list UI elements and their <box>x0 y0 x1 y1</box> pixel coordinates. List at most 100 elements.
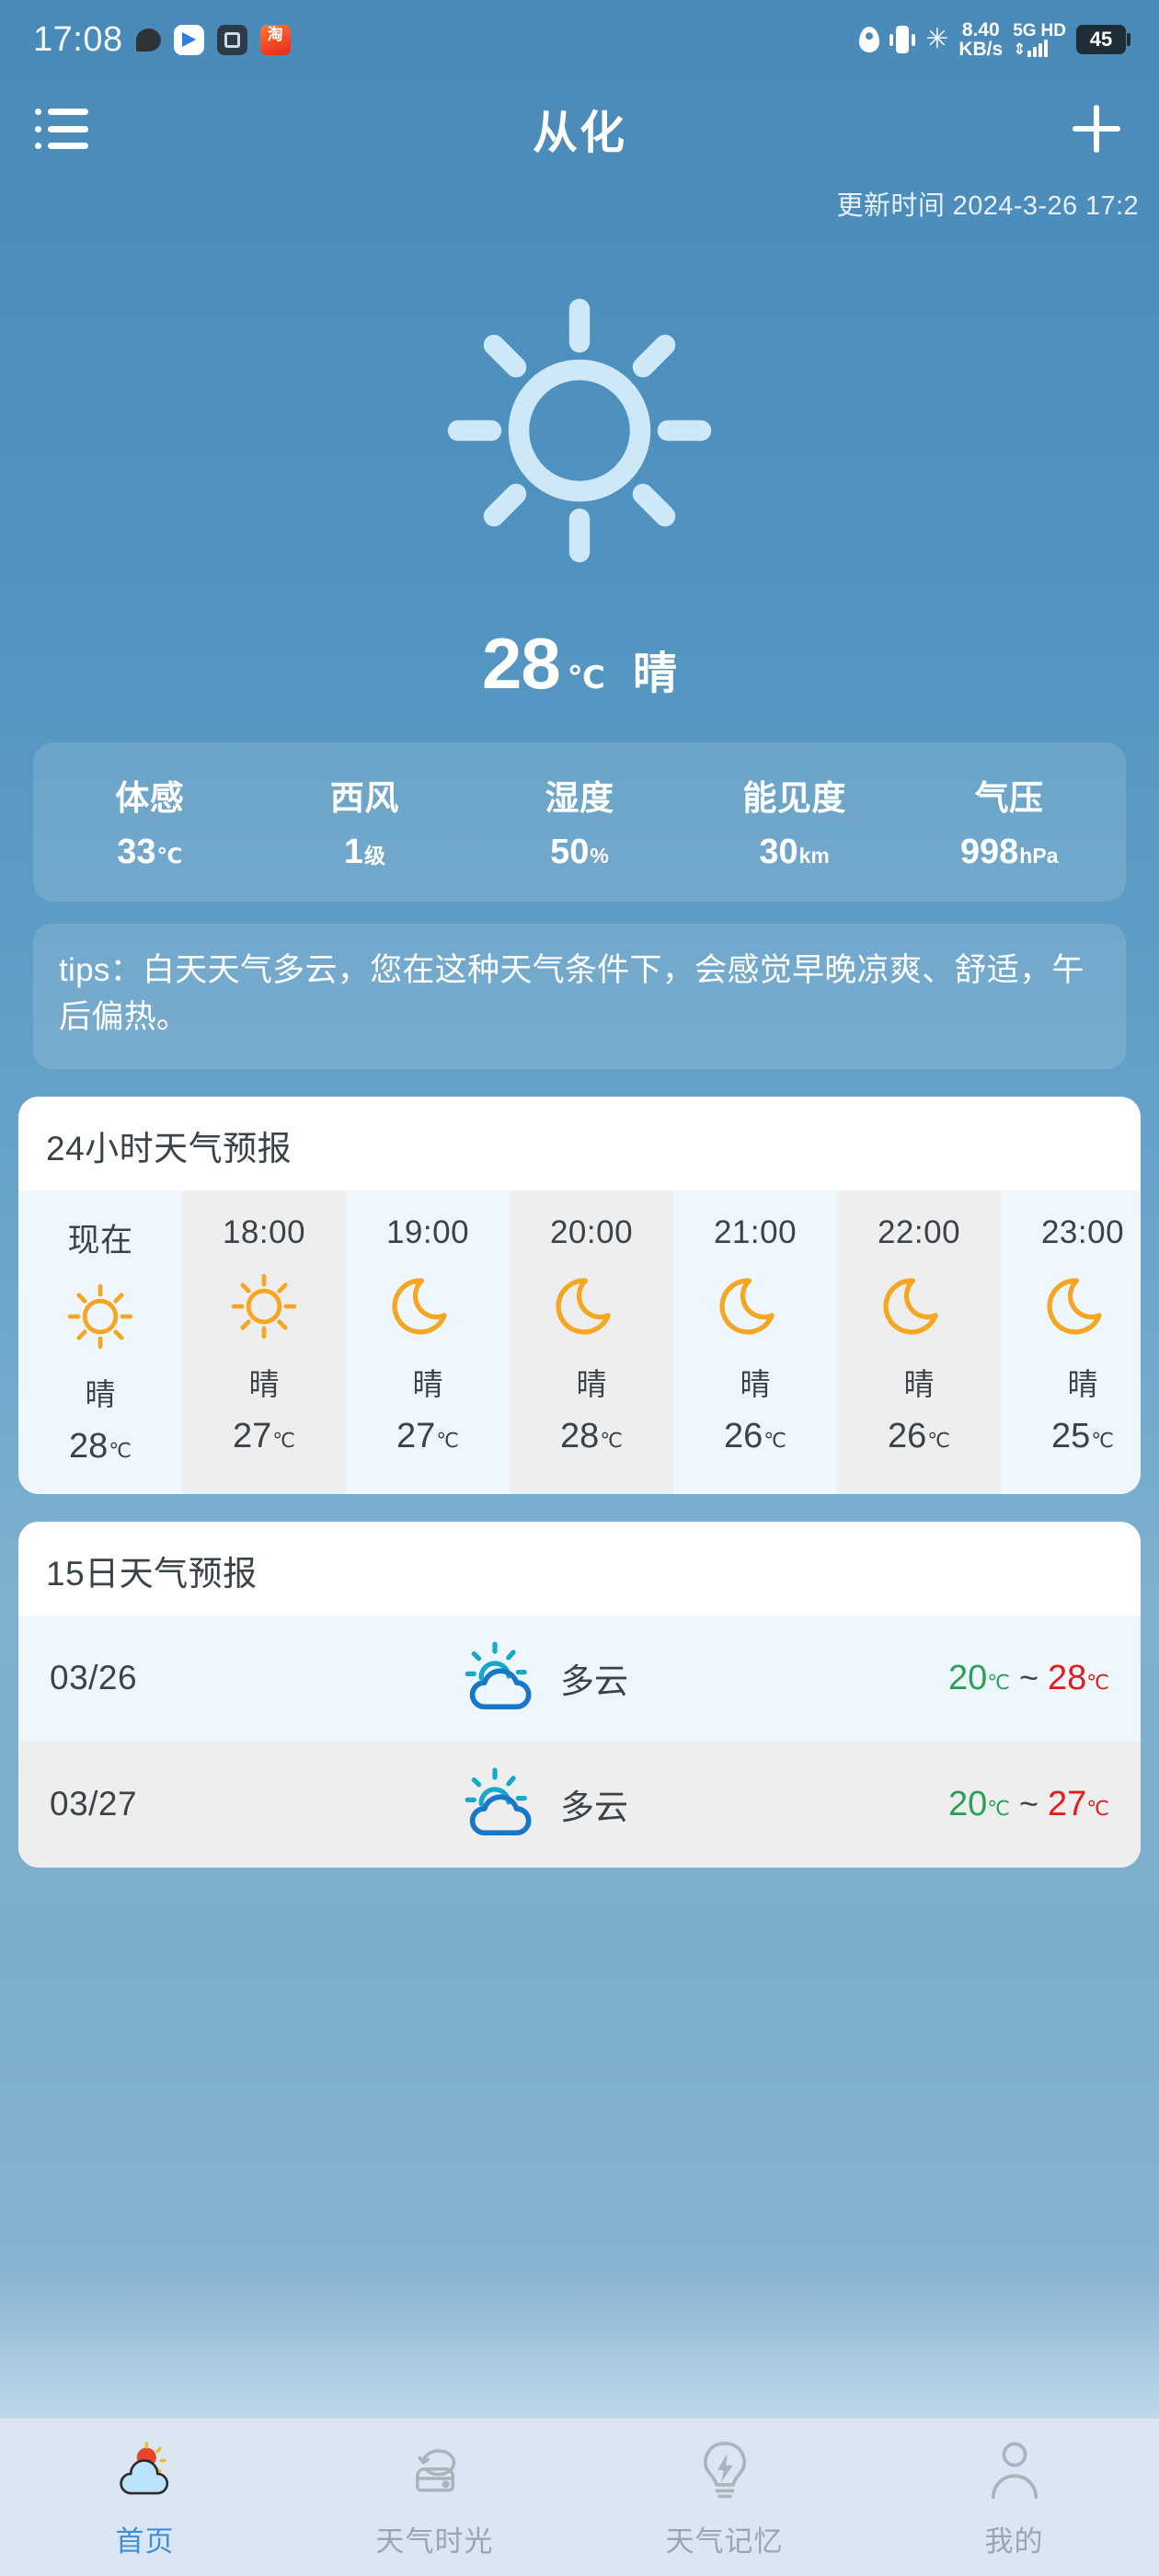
hourly-item[interactable]: 22:00 晴 26 ℃ <box>837 1190 1001 1494</box>
hourly-item[interactable]: 23:00 晴 25 ℃ <box>1001 1190 1141 1494</box>
update-time-text: 更新时间 2024-3-26 17:2 <box>836 191 1139 221</box>
hourly-item[interactable]: 现在 晴 28 ℃ <box>18 1190 182 1494</box>
metric-label: 体感 <box>115 779 185 817</box>
metric-item: 体感 33 ℃ <box>42 770 258 872</box>
moon-icon <box>717 1264 793 1349</box>
signal-indicator: 5G HD ⇕ <box>1013 20 1066 58</box>
day-condition: 多云 <box>560 1662 628 1700</box>
status-bar-right: ✳ 8.40 KB/s 5G HD ⇕ 45 <box>859 18 1130 59</box>
metric-unit: 级 <box>363 844 385 868</box>
chat-bubble-icon <box>135 28 161 52</box>
day-condition: 多云 <box>560 1788 628 1826</box>
metric-value: 50% <box>550 833 609 871</box>
metric-label: 能见度 <box>742 779 846 817</box>
hour-temperature: 26 ℃ <box>724 1416 786 1455</box>
day-high-temp: 27 ℃ <box>1048 1784 1109 1823</box>
day-temperature-range: 20 ℃ ~ 27 ℃ <box>806 1785 1109 1824</box>
sun-icon <box>437 247 722 615</box>
current-temperature-unit: ℃ <box>567 661 605 696</box>
metric-item: 能见度 30 km <box>687 770 902 872</box>
metrics-bar: 体感 33 ℃ 西风 1级 湿度 50% 能见度 30 km 气压 998 hPa <box>33 742 1126 902</box>
hour-time: 18:00 <box>222 1213 306 1250</box>
hourly-item[interactable]: 19:00 晴 27 ℃ <box>346 1190 510 1494</box>
note-icon <box>216 24 247 55</box>
hour-temperature: 27 ℃ <box>396 1416 459 1455</box>
nav-label-weather-time: 天气时光 <box>375 2525 494 2558</box>
hour-condition: 晴 <box>412 1366 443 1401</box>
moon-icon <box>390 1264 465 1349</box>
bluetooth-icon: ✳ <box>925 24 949 54</box>
hour-time: 23:00 <box>1040 1213 1125 1250</box>
current-condition: 晴 <box>632 650 677 698</box>
weather-app-screen: 17:08 淘 ✳ 8.40 KB/s 5G HD ⇕ 45 从化 更新时间 2… <box>0 0 1159 2576</box>
status-bar-left: 17:08 淘 <box>33 20 291 60</box>
metric-label: 西风 <box>329 779 399 817</box>
lightbulb-icon <box>698 2435 752 2505</box>
nav-item-home[interactable]: 首页 <box>0 2419 290 2576</box>
hd-label: HD <box>1040 20 1066 40</box>
hour-condition: 晴 <box>576 1366 607 1401</box>
hourly-item[interactable]: 18:00 晴 27 ℃ <box>182 1190 346 1494</box>
metric-value: 33 ℃ <box>117 833 183 871</box>
location-pin-icon <box>859 27 880 52</box>
daily-item[interactable]: 03/27 多云 20 ℃ ~ 27 ℃ <box>18 1741 1141 1868</box>
hourly-forecast-title: 24小时天气预报 <box>46 1129 293 1167</box>
list-menu-icon[interactable] <box>35 109 88 149</box>
hour-time: 22:00 <box>877 1213 961 1250</box>
data-arrows-icon: ⇕ <box>1013 40 1027 58</box>
network-speed: 8.40 KB/s <box>958 18 1003 59</box>
hour-temperature: 27 ℃ <box>233 1416 295 1455</box>
sun-icon <box>227 1264 301 1349</box>
nav-item-profile[interactable]: 我的 <box>869 2419 1159 2576</box>
hourly-forecast-list[interactable]: 现在 晴 28 ℃ 18:00 晴 27 ℃ 19:00 晴 27 ℃ 20:0… <box>18 1190 1141 1494</box>
hour-temperature: 25 ℃ <box>1051 1416 1114 1455</box>
metric-value: 30 km <box>759 833 830 871</box>
hour-time: 21:00 <box>713 1213 798 1250</box>
nav-item-weather-time[interactable]: 天气时光 <box>290 2419 580 2576</box>
baidu-icon <box>173 24 204 55</box>
hourly-item[interactable]: 20:00 晴 28 ℃ <box>510 1190 673 1494</box>
current-weather-hero: 28 ℃ 晴 <box>0 223 1159 706</box>
metric-unit: ℃ <box>156 844 183 868</box>
hour-condition: 晴 <box>85 1376 116 1411</box>
hour-condition: 晴 <box>248 1366 280 1401</box>
day-low-temp: 20 ℃ <box>947 1658 1010 1697</box>
metric-item: 气压 998 hPa <box>901 770 1117 872</box>
hour-time: 19:00 <box>385 1213 470 1250</box>
person-icon <box>987 2435 1042 2505</box>
metric-label: 湿度 <box>545 779 614 817</box>
hour-temperature: 28 ℃ <box>69 1426 132 1466</box>
vibrate-icon <box>889 26 916 53</box>
signal-bars-icon <box>1027 40 1049 58</box>
daily-forecast-card: 15日天气预报 03/26 多云 20 ℃ ~ 28 ℃ 03/27 多云 20… <box>18 1521 1141 1868</box>
metric-item: 湿度 50% <box>472 770 687 872</box>
temp-range-separator: ~ <box>1018 1784 1039 1823</box>
metric-label: 气压 <box>974 779 1044 817</box>
day-temperature-range: 20 ℃ ~ 28 ℃ <box>806 1659 1109 1698</box>
metric-value: 998 hPa <box>959 833 1059 871</box>
bottom-navigation: 首页 天气时光 天气记忆 我的 <box>0 2418 1159 2576</box>
day-low-temp: 20 ℃ <box>947 1784 1010 1823</box>
taobao-icon: 淘 <box>259 24 291 55</box>
temp-range-separator: ~ <box>1018 1658 1039 1696</box>
sun-cloud-icon <box>457 1636 545 1721</box>
hour-time: 20:00 <box>549 1213 634 1250</box>
app-header: 从化 <box>0 79 1159 178</box>
status-time: 17:08 <box>33 19 123 59</box>
nav-item-weather-memory[interactable]: 天气记忆 <box>580 2419 869 2576</box>
metric-unit: % <box>590 844 609 868</box>
hour-condition: 晴 <box>903 1366 935 1401</box>
plus-icon[interactable] <box>1069 101 1124 156</box>
battery-indicator: 45 <box>1076 25 1130 54</box>
daily-forecast-title: 15日天气预报 <box>46 1554 258 1593</box>
network-speed-value: 8.40 <box>961 18 1000 40</box>
page-title: 从化 <box>532 108 626 158</box>
home-weather-icon <box>115 2435 176 2505</box>
nav-label-home: 首页 <box>115 2525 175 2558</box>
metric-unit: km <box>798 844 830 868</box>
current-temperature: 28 <box>482 623 561 704</box>
sun-icon <box>63 1274 137 1359</box>
hourly-item[interactable]: 21:00 晴 26 ℃ <box>673 1190 837 1494</box>
daily-item[interactable]: 03/26 多云 20 ℃ ~ 28 ℃ <box>18 1615 1141 1742</box>
moon-icon <box>881 1264 957 1349</box>
